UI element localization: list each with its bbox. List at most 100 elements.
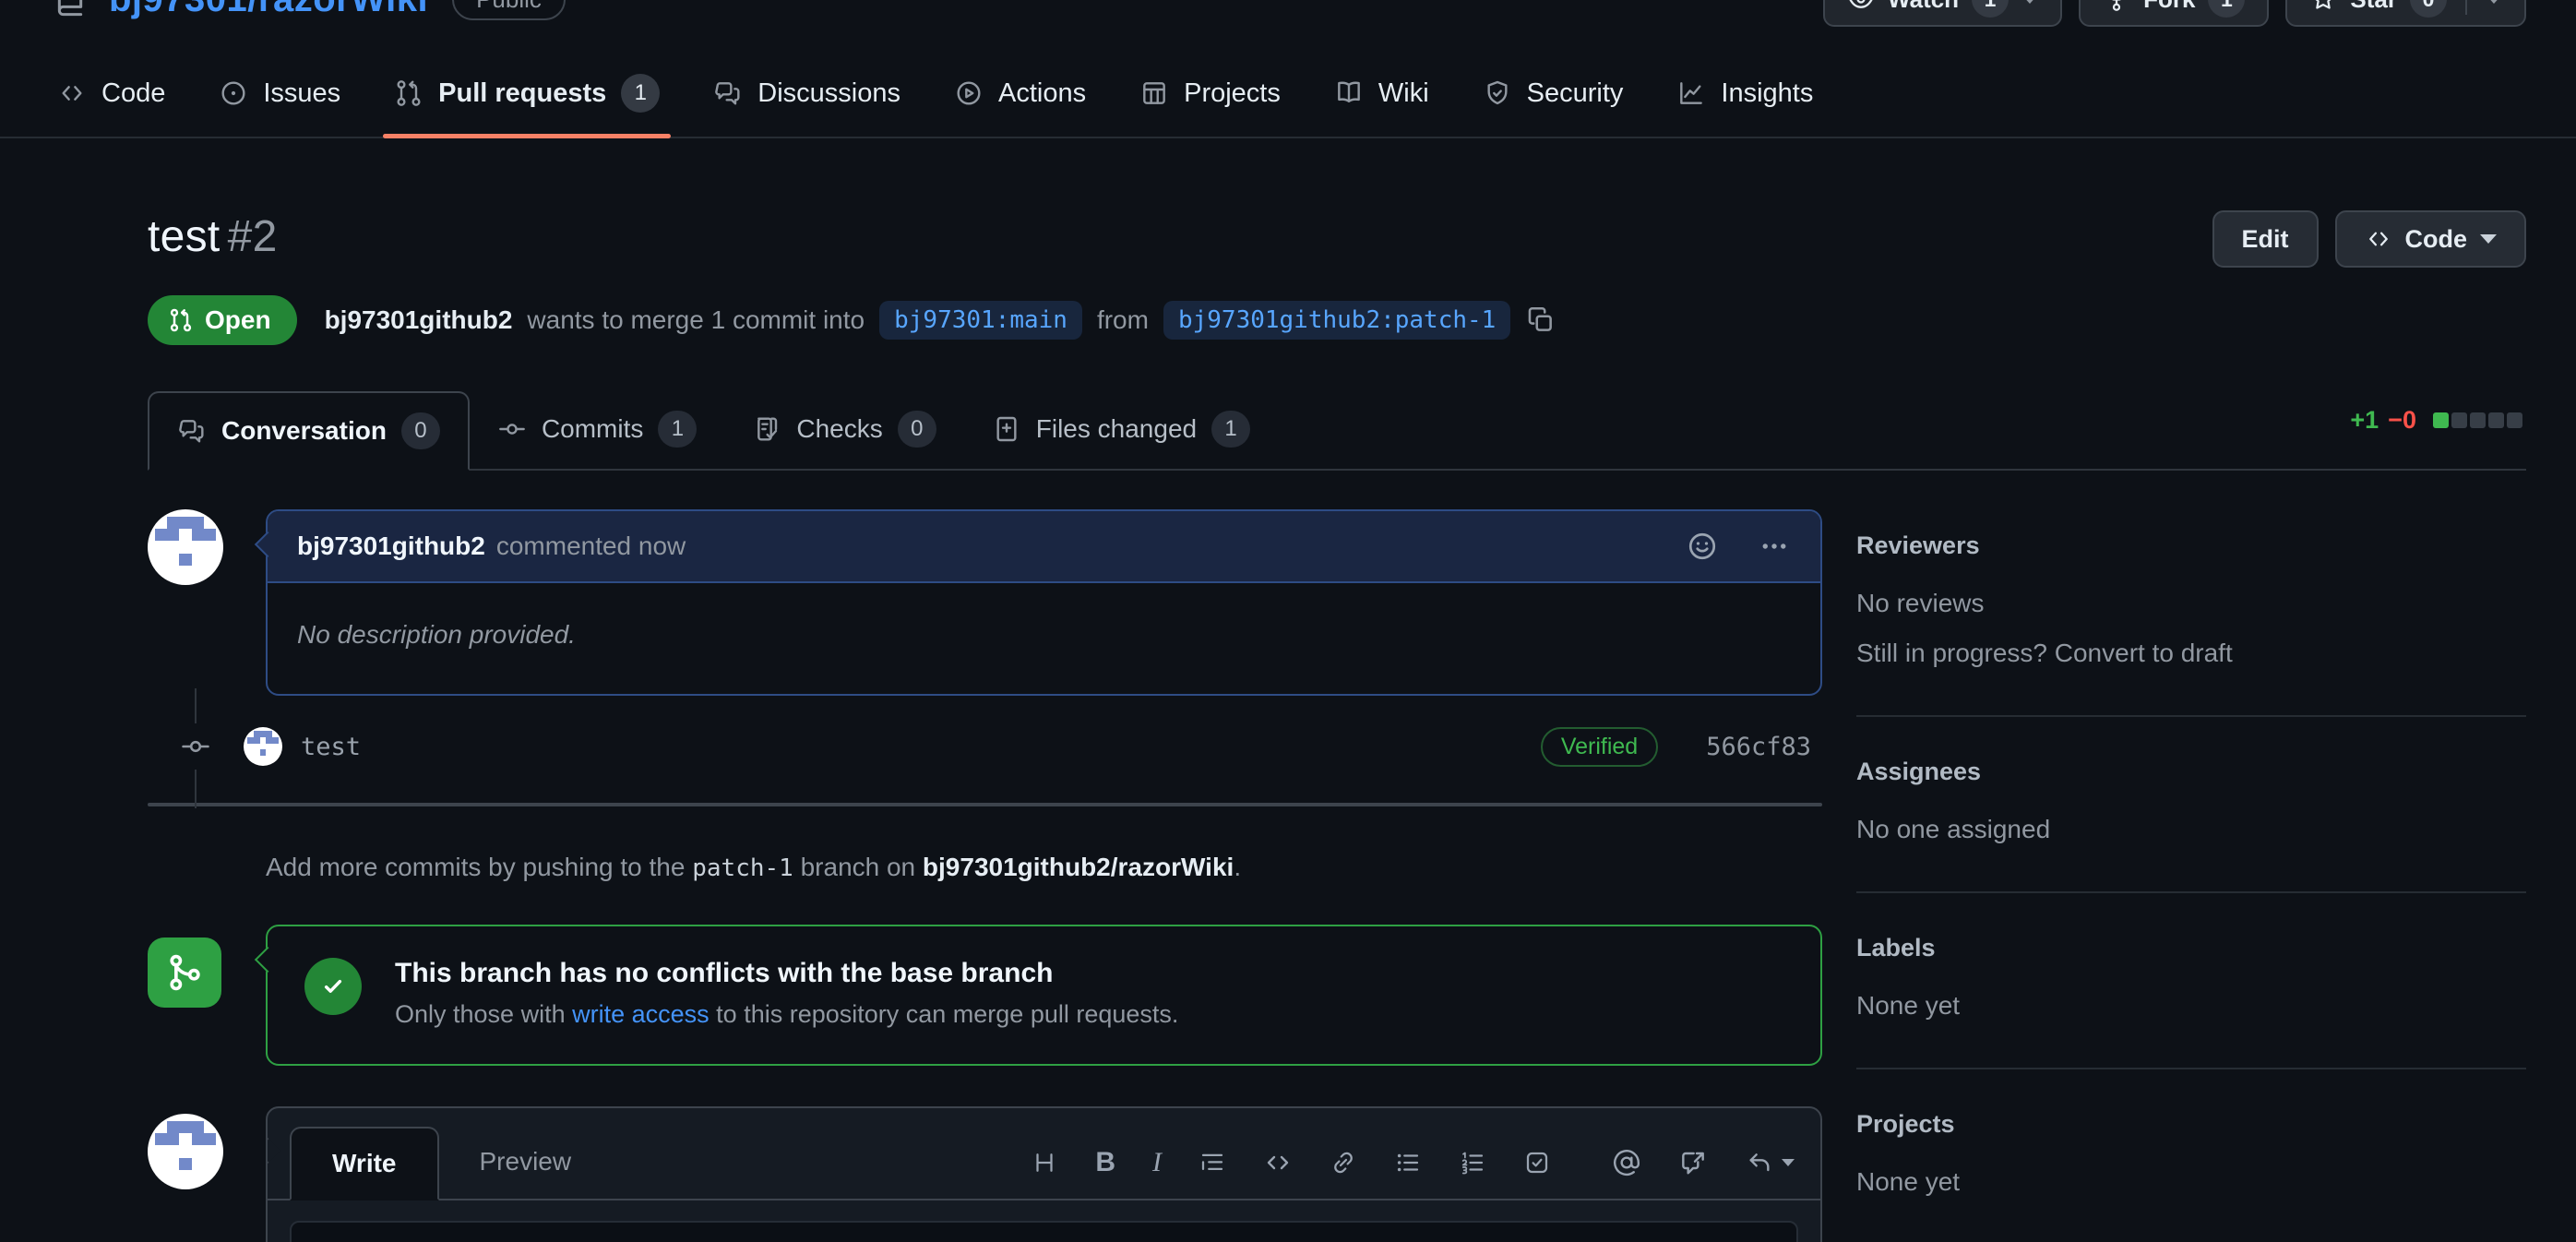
task-list-icon[interactable] — [1523, 1149, 1551, 1176]
code-button[interactable]: Code — [2335, 210, 2527, 268]
repo-icon — [52, 0, 89, 18]
nav-label: Projects — [1184, 78, 1281, 109]
caret-down-icon — [2486, 0, 2502, 4]
tab-conversation[interactable]: Conversation 0 — [148, 391, 470, 471]
commit-sha[interactable]: 566cf83 — [1706, 733, 1811, 761]
nav-label: Wiki — [1378, 78, 1429, 109]
visibility-badge: Public — [452, 0, 566, 20]
comment-author[interactable]: bj97301github2 — [297, 531, 485, 561]
pr-state-badge: Open — [148, 295, 297, 345]
comment-header: bj97301github2 commented now — [268, 511, 1820, 583]
write-tab[interactable]: Write — [290, 1127, 439, 1200]
section-title[interactable]: Projects — [1856, 1110, 2526, 1139]
nav-label: Actions — [998, 78, 1086, 109]
reply-icon[interactable] — [1745, 1148, 1795, 1177]
code-icon — [2365, 225, 2392, 253]
unordered-list-icon[interactable] — [1394, 1149, 1422, 1176]
repo-bold: bj97301github2/razorWiki — [923, 853, 1234, 881]
commit-message[interactable]: test — [301, 733, 361, 761]
italic-icon[interactable]: I — [1152, 1147, 1162, 1178]
comment-input[interactable] — [290, 1221, 1798, 1242]
nav-tab-projects[interactable]: Projects — [1119, 50, 1301, 137]
file-diff-icon — [992, 414, 1021, 444]
cross-reference-icon[interactable] — [1678, 1148, 1708, 1177]
tab-count: 0 — [401, 412, 440, 449]
watch-label: Watch — [1888, 0, 1959, 14]
convert-to-draft-link[interactable]: Convert to draft — [2055, 639, 2233, 667]
draft-hint: Still in progress? — [1856, 639, 2047, 667]
fork-button[interactable]: Fork 1 — [2079, 0, 2269, 27]
table-icon — [1139, 78, 1169, 108]
base-branch-badge[interactable]: bj97301:main — [879, 301, 1082, 340]
repo-actions: Watch 1 Fork 1 Star 0 — [1823, 0, 2526, 27]
diffstat-additions: +1 — [2350, 406, 2379, 435]
projects-empty: None yet — [1856, 1164, 2526, 1200]
repo-name-link[interactable]: bj97301/razorWiki — [109, 0, 428, 20]
head-branch-badge[interactable]: bj97301github2:patch-1 — [1163, 301, 1510, 340]
issue-opened-icon — [219, 78, 248, 108]
tab-commits[interactable]: Commits 1 — [470, 389, 724, 469]
nav-label: Insights — [1721, 78, 1813, 109]
nav-tab-pull-requests[interactable]: Pull requests 1 — [374, 50, 680, 137]
nav-label: Security — [1527, 78, 1624, 109]
sidebar-section-assignees: Assignees No one assigned — [1856, 717, 2526, 893]
repo-header: bj97301/razorWiki Public Watch 1 Fork 1 … — [0, 0, 2576, 33]
eye-icon — [1847, 0, 1875, 13]
reviewers-empty: No reviews — [1856, 586, 2526, 621]
comment-discussion-icon — [177, 416, 207, 446]
nav-tab-issues[interactable]: Issues — [198, 50, 361, 137]
nav-label: Code — [101, 78, 165, 109]
section-title[interactable]: Assignees — [1856, 758, 2526, 786]
copy-icon[interactable] — [1525, 305, 1556, 336]
section-title[interactable]: Labels — [1856, 934, 2526, 962]
quote-icon[interactable] — [1199, 1149, 1226, 1176]
timeline-divider — [148, 803, 1822, 806]
merge-text: wants to merge 1 commit into — [527, 305, 865, 335]
nav-tab-security[interactable]: Security — [1462, 50, 1644, 137]
play-icon — [954, 78, 984, 108]
graph-icon — [1676, 78, 1706, 108]
code-icon[interactable] — [1263, 1148, 1293, 1177]
watch-count: 1 — [1972, 0, 2009, 18]
emoji-smiley-icon[interactable] — [1686, 530, 1719, 563]
tab-checks[interactable]: Checks 0 — [724, 389, 963, 469]
star-button[interactable]: Star 0 — [2285, 0, 2526, 27]
button-divider — [2465, 0, 2467, 15]
kebab-menu-icon[interactable] — [1758, 530, 1791, 563]
write-access-link[interactable]: write access — [572, 1000, 710, 1028]
nav-count-badge: 1 — [621, 74, 660, 113]
branch-code: patch-1 — [692, 854, 793, 882]
watch-button[interactable]: Watch 1 — [1823, 0, 2062, 27]
nav-tab-wiki[interactable]: Wiki — [1314, 50, 1449, 137]
tab-files-changed[interactable]: Files changed 1 — [964, 389, 1278, 469]
sidebar-section-labels: Labels None yet — [1856, 893, 2526, 1069]
nav-tab-actions[interactable]: Actions — [934, 50, 1106, 137]
commit-author-avatar[interactable] — [244, 727, 282, 766]
tab-count: 1 — [658, 411, 697, 448]
pr-author[interactable]: bj97301github2 — [325, 305, 513, 335]
ordered-list-icon[interactable] — [1459, 1149, 1486, 1176]
nav-tab-code[interactable]: Code — [37, 50, 185, 137]
section-title[interactable]: Reviewers — [1856, 531, 2526, 560]
merge-status-box: This branch has no conflicts with the ba… — [266, 925, 1822, 1066]
fork-label: Fork — [2143, 0, 2195, 14]
shield-icon — [1483, 78, 1512, 108]
pr-meta: Open bj97301github2 wants to merge 1 com… — [148, 295, 2526, 345]
pr-title: test#2 — [148, 210, 278, 264]
link-icon[interactable] — [1330, 1149, 1357, 1176]
pr-title-text: test — [148, 212, 221, 261]
heading-icon[interactable] — [1031, 1149, 1058, 1176]
avatar[interactable] — [148, 509, 223, 585]
book-icon — [1334, 78, 1364, 108]
assignees-empty: No one assigned — [1856, 812, 2526, 847]
preview-tab[interactable]: Preview — [439, 1125, 613, 1199]
diffstat-deletions: −0 — [2388, 406, 2416, 435]
edit-button[interactable]: Edit — [2212, 210, 2319, 268]
verified-badge[interactable]: Verified — [1541, 727, 1658, 767]
nav-tab-insights[interactable]: Insights — [1656, 50, 1833, 137]
nav-tab-discussions[interactable]: Discussions — [693, 50, 921, 137]
editor-toolbar: B I — [1031, 1147, 1795, 1199]
bold-icon[interactable]: B — [1095, 1147, 1115, 1178]
mention-icon[interactable] — [1612, 1148, 1641, 1177]
current-user-avatar — [148, 1114, 223, 1189]
